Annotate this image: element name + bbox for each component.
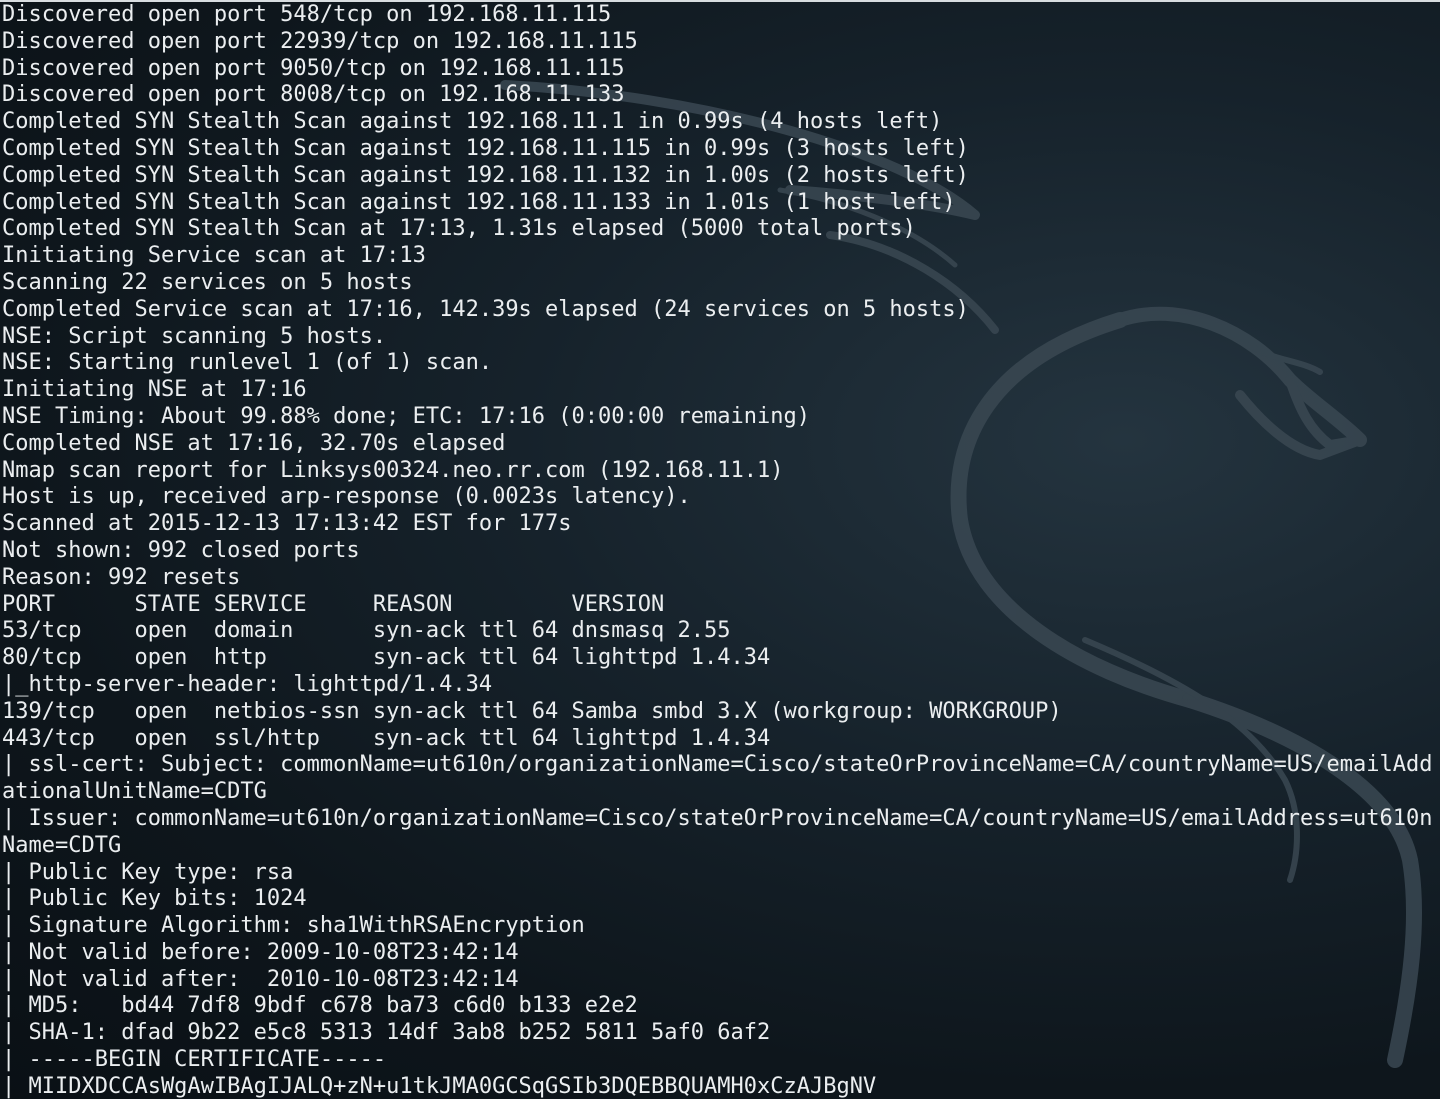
terminal-line: NSE Timing: About 99.88% done; ETC: 17:1…	[2, 403, 810, 429]
terminal-line: | Public Key bits: 1024	[2, 886, 307, 912]
terminal-output: Discovered open port 548/tcp on 192.168.…	[2, 2, 1440, 1099]
terminal-line: | Not valid after: 2010-10-08T23:42:14	[2, 966, 519, 992]
terminal-line: Nmap scan report for Linksys00324.neo.rr…	[2, 457, 784, 483]
terminal-line: NSE: Script scanning 5 hosts.	[2, 323, 387, 349]
terminal-line: | -----BEGIN CERTIFICATE-----	[2, 1047, 387, 1073]
terminal-line: Discovered open port 548/tcp on 192.168.…	[2, 2, 612, 27]
terminal-line: 443/tcp open ssl/http syn-ack ttl 64 lig…	[2, 725, 771, 751]
terminal-line: Completed SYN Stealth Scan against 192.1…	[2, 189, 956, 215]
terminal-line: Initiating Service scan at 17:13	[2, 243, 426, 269]
terminal-line: | MD5: bd44 7df8 9bdf c678 ba73 c6d0 b13…	[2, 993, 638, 1019]
terminal-line: Scanned at 2015-12-13 17:13:42 EST for 1…	[2, 511, 572, 537]
terminal-line: Completed SYN Stealth Scan against 192.1…	[2, 109, 943, 135]
terminal-line: Discovered open port 22939/tcp on 192.16…	[2, 28, 638, 54]
terminal-line: Name=CDTG	[2, 832, 122, 858]
terminal-line: | Signature Algorithm: sha1WithRSAEncryp…	[2, 913, 585, 939]
terminal-line: ationalUnitName=CDTG	[2, 779, 267, 805]
terminal-line: | Issuer: commonName=ut610n/organization…	[2, 805, 1433, 831]
terminal-line: PORT STATE SERVICE REASON VERSION	[2, 591, 665, 617]
terminal-line: Not shown: 992 closed ports	[2, 537, 360, 563]
terminal-line: Completed Service scan at 17:16, 142.39s…	[2, 296, 969, 322]
terminal-line: Completed NSE at 17:16, 32.70s elapsed	[2, 430, 506, 456]
terminal-line: Completed SYN Stealth Scan at 17:13, 1.3…	[2, 216, 916, 242]
terminal-line: | Public Key type: rsa	[2, 859, 294, 885]
terminal-line: Host is up, received arp-response (0.002…	[2, 484, 691, 510]
terminal-line: | ssl-cert: Subject: commonName=ut610n/o…	[2, 752, 1433, 778]
terminal-line: 80/tcp open http syn-ack ttl 64 lighttpd…	[2, 645, 771, 671]
terminal-window[interactable]: Discovered open port 548/tcp on 192.168.…	[0, 0, 1440, 1099]
terminal-line: Completed SYN Stealth Scan against 192.1…	[2, 162, 969, 188]
terminal-line: | Not valid before: 2009-10-08T23:42:14	[2, 939, 519, 965]
terminal-line: | MIIDXDCCAsWgAwIBAgIJALQ+zN+u1tkJMA0GCS…	[2, 1073, 877, 1099]
terminal-line: Completed SYN Stealth Scan against 192.1…	[2, 135, 969, 161]
terminal-line: Scanning 22 services on 5 hosts	[2, 269, 413, 295]
terminal-line: |_http-server-header: lighttpd/1.4.34	[2, 671, 493, 697]
terminal-line: 53/tcp open domain syn-ack ttl 64 dnsmas…	[2, 618, 731, 644]
terminal-line: Discovered open port 9050/tcp on 192.168…	[2, 55, 625, 81]
terminal-line: 139/tcp open netbios-ssn syn-ack ttl 64 …	[2, 698, 1062, 724]
terminal-line: Initiating NSE at 17:16	[2, 377, 307, 403]
terminal-line: Reason: 992 resets	[2, 564, 241, 590]
terminal-line: NSE: Starting runlevel 1 (of 1) scan.	[2, 350, 493, 376]
terminal-line: | SHA-1: dfad 9b22 e5c8 5313 14df 3ab8 b…	[2, 1020, 771, 1046]
terminal-line: Discovered open port 8008/tcp on 192.168…	[2, 82, 625, 108]
